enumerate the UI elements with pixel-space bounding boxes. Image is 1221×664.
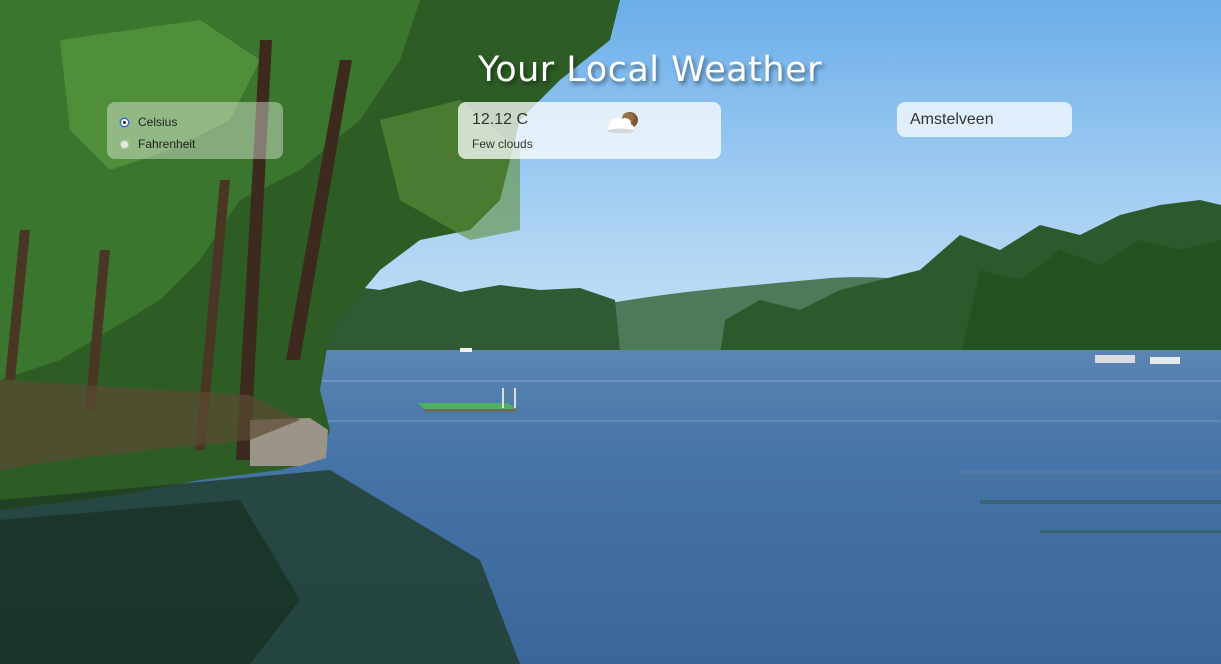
- weather-description: Few clouds: [472, 137, 533, 151]
- location-panel: Amstelveen: [897, 102, 1072, 137]
- weather-app: Your Local Weather Celsius Fahrenheit 12…: [0, 0, 1221, 664]
- units-panel: Celsius Fahrenheit: [107, 102, 283, 159]
- celsius-radio[interactable]: [120, 117, 129, 127]
- fahrenheit-option[interactable]: Fahrenheit: [120, 133, 283, 155]
- fahrenheit-label: Fahrenheit: [138, 137, 196, 151]
- fahrenheit-radio[interactable]: [120, 139, 129, 149]
- few-clouds-icon: [608, 112, 638, 134]
- celsius-label: Celsius: [138, 115, 178, 129]
- weather-panel: 12.12 C Few clouds: [458, 102, 721, 159]
- celsius-option[interactable]: Celsius: [120, 111, 283, 133]
- temperature-value: 12.12 C: [472, 111, 529, 128]
- location-city: Amstelveen: [910, 111, 994, 128]
- background-lake-scene: [0, 0, 1221, 664]
